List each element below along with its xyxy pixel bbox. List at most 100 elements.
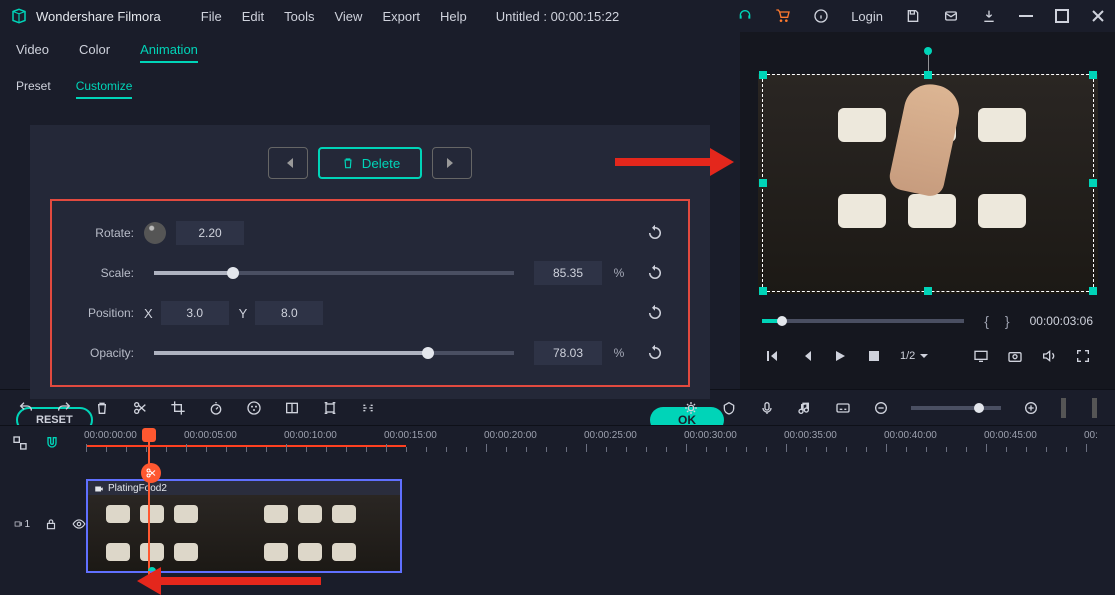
- next-keyframe-button[interactable]: [432, 147, 472, 179]
- tab-video[interactable]: Video: [16, 42, 49, 63]
- marker-icon[interactable]: [721, 400, 737, 416]
- track-visibility-icon[interactable]: [72, 516, 86, 532]
- video-track[interactable]: PlatingFood2: [86, 459, 1115, 589]
- window-minimize-icon[interactable]: [1019, 9, 1033, 23]
- volume-icon[interactable]: [1041, 348, 1057, 364]
- stop-icon[interactable]: [866, 348, 882, 364]
- transform-params: Rotate: Scale: % Position: X Y: [50, 199, 690, 387]
- tab-animation[interactable]: Animation: [140, 42, 198, 63]
- notification-icon[interactable]: [943, 8, 959, 24]
- app-logo-icon: [10, 7, 28, 25]
- download-icon[interactable]: [981, 8, 997, 24]
- panel-toggle-icon-2[interactable]: [1092, 398, 1097, 418]
- speed-icon[interactable]: [208, 400, 224, 416]
- crop-icon[interactable]: [170, 400, 186, 416]
- tick-3: 00:00:15:00: [384, 430, 437, 441]
- project-title: Untitled : 00:00:15:22: [496, 9, 620, 24]
- rotate-label: Rotate:: [64, 226, 134, 240]
- zoom-in-icon[interactable]: [1023, 400, 1039, 416]
- preview-scrubber[interactable]: [762, 319, 964, 323]
- login-link[interactable]: Login: [851, 9, 883, 24]
- trash-icon: [340, 155, 356, 171]
- subtitle-icon[interactable]: [835, 400, 851, 416]
- menu-file[interactable]: File: [201, 9, 222, 24]
- record-icon[interactable]: [759, 400, 775, 416]
- motion-track-icon[interactable]: [322, 400, 338, 416]
- redo-icon[interactable]: [56, 400, 72, 416]
- rotate-input[interactable]: [176, 221, 244, 245]
- display-icon[interactable]: [973, 348, 989, 364]
- clip-label: PlatingFood2: [94, 483, 167, 494]
- position-y-input[interactable]: [255, 301, 323, 325]
- undo-icon[interactable]: [18, 400, 34, 416]
- reset-opacity-icon[interactable]: [646, 344, 664, 362]
- headset-icon[interactable]: [737, 8, 753, 24]
- render-icon[interactable]: [683, 400, 699, 416]
- tab-color[interactable]: Color: [79, 42, 110, 63]
- tick-5: 00:00:25:00: [584, 430, 637, 441]
- save-icon[interactable]: [905, 8, 921, 24]
- track-manager-icon[interactable]: [12, 435, 28, 451]
- color-icon[interactable]: [246, 400, 262, 416]
- timeline-body: 1 PlatingFood2: [0, 459, 1115, 589]
- reset-scale-icon[interactable]: [646, 264, 664, 282]
- main-tabs: Video Color Animation: [0, 32, 740, 71]
- scissors-playhead-icon[interactable]: [141, 463, 161, 483]
- subtab-preset[interactable]: Preset: [16, 79, 51, 99]
- menu-export[interactable]: Export: [382, 9, 420, 24]
- delete-icon[interactable]: [94, 400, 110, 416]
- tick-0: 00:00:00:00: [84, 430, 137, 441]
- scale-slider[interactable]: [154, 271, 514, 275]
- selection-box[interactable]: [762, 74, 1094, 292]
- tick-1: 00:00:05:00: [184, 430, 237, 441]
- panel-toggle-icon[interactable]: [1061, 398, 1066, 418]
- scale-input[interactable]: [534, 261, 602, 285]
- timeline-clip[interactable]: PlatingFood2: [86, 479, 402, 573]
- tick-6: 00:00:30:00: [684, 430, 737, 441]
- delete-label: Delete: [362, 156, 401, 171]
- zoom-out-icon[interactable]: [873, 400, 889, 416]
- delete-keyframe-button[interactable]: Delete: [318, 147, 423, 179]
- track-lock-icon[interactable]: [44, 516, 58, 532]
- fullscreen-icon[interactable]: [1075, 348, 1091, 364]
- position-x-input[interactable]: [161, 301, 229, 325]
- rotate-knob[interactable]: [144, 222, 166, 244]
- frame-back-icon[interactable]: [798, 348, 814, 364]
- reset-position-icon[interactable]: [646, 304, 664, 322]
- mark-in-icon[interactable]: {: [984, 313, 989, 329]
- green-screen-icon[interactable]: [284, 400, 300, 416]
- playhead[interactable]: [148, 430, 150, 585]
- cart-icon[interactable]: [775, 8, 791, 24]
- zoom-slider[interactable]: [911, 406, 1001, 410]
- timeline-header-icons: [12, 435, 60, 451]
- menu-help[interactable]: Help: [440, 9, 467, 24]
- split-icon[interactable]: [132, 400, 148, 416]
- prev-keyframe-button[interactable]: [268, 147, 308, 179]
- mark-out-icon[interactable]: }: [1005, 313, 1010, 329]
- reset-rotate-icon[interactable]: [646, 224, 664, 242]
- tick-2: 00:00:10:00: [284, 430, 337, 441]
- magnet-icon[interactable]: [44, 435, 60, 451]
- opacity-input[interactable]: [534, 341, 602, 365]
- preview-frame[interactable]: [758, 74, 1098, 304]
- playback-speed[interactable]: 1/2: [900, 350, 929, 362]
- subtab-customize[interactable]: Customize: [76, 79, 133, 99]
- info-icon[interactable]: [813, 8, 829, 24]
- opacity-slider[interactable]: [154, 351, 514, 355]
- menu-tools[interactable]: Tools: [284, 9, 314, 24]
- tick-7: 00:00:35:00: [784, 430, 837, 441]
- menu-edit[interactable]: Edit: [242, 9, 264, 24]
- position-label: Position:: [64, 306, 134, 320]
- window-close-icon[interactable]: [1091, 9, 1105, 23]
- audio-mixer-icon[interactable]: [797, 400, 813, 416]
- step-back-icon[interactable]: [764, 348, 780, 364]
- track-video-icon[interactable]: 1: [14, 516, 30, 532]
- time-ruler[interactable]: 00:00:00:00 00:00:05:00 00:00:10:00 00:0…: [86, 432, 1103, 459]
- keyframe-icon[interactable]: [360, 400, 376, 416]
- menu-view[interactable]: View: [334, 9, 362, 24]
- play-icon[interactable]: [832, 348, 848, 364]
- preview-progress-bar: { } 00:00:03:06: [750, 304, 1105, 338]
- window-maximize-icon[interactable]: [1055, 9, 1069, 23]
- opacity-row: Opacity: %: [64, 333, 664, 373]
- snapshot-icon[interactable]: [1007, 348, 1023, 364]
